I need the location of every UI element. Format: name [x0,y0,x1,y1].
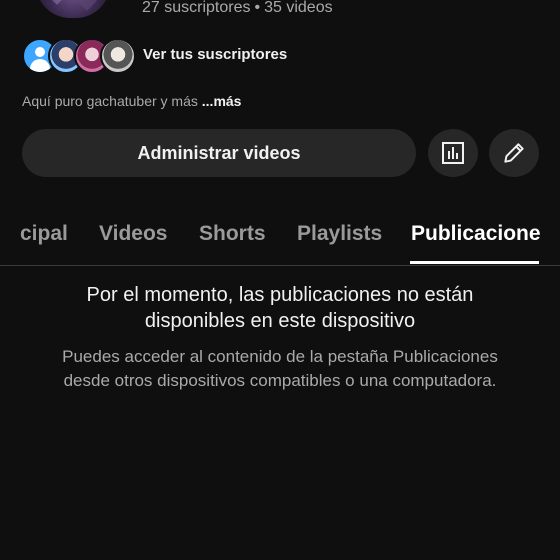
body-line: desde otros dispositivos compatibles o u… [63,371,497,390]
tab-shorts[interactable]: Shorts [199,222,266,246]
description-text: Aquí puro gachatuber y más [22,93,198,109]
analytics-icon [442,142,464,164]
active-tab-indicator [410,261,539,264]
title-line: disponibles en este dispositivo [144,310,416,332]
tab-playlists[interactable]: Playlists [297,222,382,246]
stats-separator: • [254,0,261,16]
tab-principal[interactable]: cipal [20,222,68,246]
video-count: 35 videos [264,0,333,16]
title-line: Por el momento, las publicaciones no est… [86,284,474,306]
pencil-icon [504,143,524,163]
channel-stats: 27 suscriptores • 35 videos [142,0,333,17]
edit-channel-button[interactable] [489,129,539,177]
analytics-button[interactable] [428,129,478,177]
channel-description[interactable]: Aquí puro gachatuber y más ...más [22,93,241,109]
view-subscribers-link[interactable]: Ver tus suscriptores [143,46,287,63]
subscriber-avatar [100,38,136,74]
unavailable-message-body: Puedes acceder al contenido de la pestañ… [0,345,560,393]
subscriber-count: 27 suscriptores [142,0,251,16]
unavailable-message-title: Por el momento, las publicaciones no est… [0,282,560,334]
tab-videos[interactable]: Videos [99,222,167,246]
channel-tabs: cipal Videos Shorts Playlists Publicacio… [0,210,560,266]
tab-publicaciones[interactable]: Publicacione [411,222,541,246]
channel-avatar[interactable] [36,0,110,18]
body-line: Puedes acceder al contenido de la pestañ… [62,347,498,366]
manage-videos-label: Administrar videos [137,142,301,163]
more-link[interactable]: ...más [202,93,242,109]
manage-videos-button[interactable]: Administrar videos [22,129,416,177]
